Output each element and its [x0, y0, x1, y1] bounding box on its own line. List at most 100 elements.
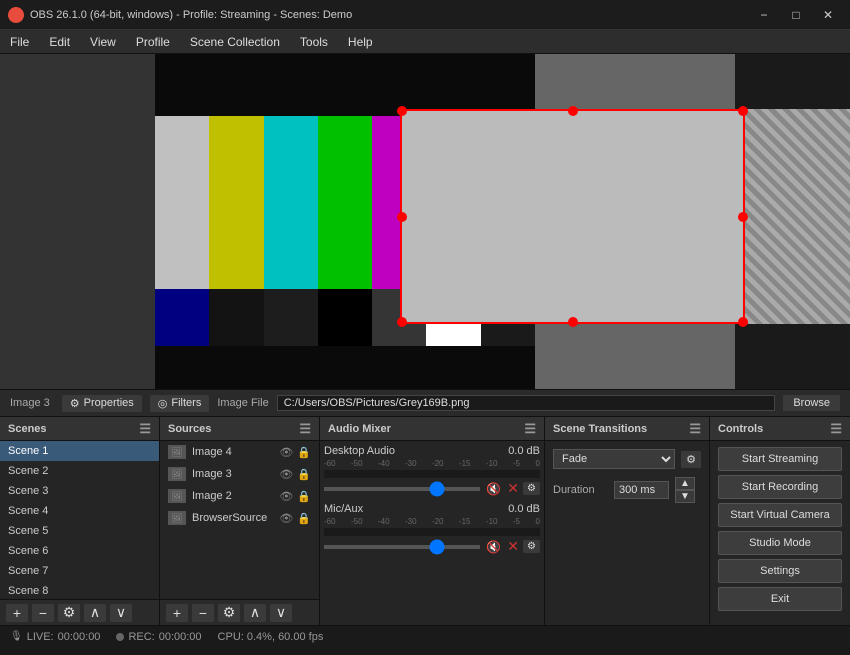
mic-aux-controls: 🔇 ✕ ⚙ — [324, 538, 540, 555]
scene-item-scene8[interactable]: Scene 8 — [0, 581, 159, 599]
properties-button[interactable]: ⚙ Properties — [62, 395, 142, 412]
scene-item-scene1[interactable]: Scene 1 — [0, 441, 159, 461]
desktop-audio-label: Desktop Audio — [324, 445, 395, 457]
studio-mode-button[interactable]: Studio Mode — [718, 531, 842, 555]
source-item-browserSource[interactable]: 🖼BrowserSource👁🔒 — [160, 507, 319, 529]
grey-corner-pattern — [735, 109, 850, 324]
duration-input[interactable] — [614, 481, 669, 499]
app-icon — [8, 7, 24, 23]
browse-button[interactable]: Browse — [783, 395, 840, 411]
handle-left[interactable] — [397, 212, 407, 222]
scene-up-button[interactable]: ∧ — [84, 604, 106, 622]
window-title: OBS 26.1.0 (64-bit, windows) - Profile: … — [30, 9, 750, 21]
source-lock-image2[interactable]: 🔒 — [297, 490, 311, 503]
duration-increment-button[interactable]: ▲ — [675, 477, 695, 490]
source-lock-image3[interactable]: 🔒 — [297, 468, 311, 481]
sources-toolbar: + − ⚙ ∧ ∨ — [160, 599, 319, 625]
menu-item-sceneCollection[interactable]: Scene Collection — [180, 30, 290, 53]
filter-icon: ◎ — [158, 397, 168, 410]
menu-item-view[interactable]: View — [80, 30, 126, 53]
handle-bottom-left[interactable] — [397, 317, 407, 327]
scene-item-scene7[interactable]: Scene 7 — [0, 561, 159, 581]
scene-item-scene6[interactable]: Scene 6 — [0, 541, 159, 561]
handle-top-left[interactable] — [397, 106, 407, 116]
source-lock-image4[interactable]: 🔒 — [297, 446, 311, 459]
audio-mixer-menu-icon[interactable]: ☰ — [524, 421, 536, 437]
controls-panel: Controls ☰ Start Streaming Start Recordi… — [710, 417, 850, 625]
mic-aux-track: Mic/Aux 0.0 dB -60-50-40-30-20-15-10-50 … — [324, 503, 540, 555]
scene-item-scene4[interactable]: Scene 4 — [0, 501, 159, 521]
mic-aux-volume-slider[interactable] — [324, 545, 480, 549]
source-lock-browserSource[interactable]: 🔒 — [297, 512, 311, 525]
controls-title: Controls — [718, 423, 763, 435]
menu-item-tools[interactable]: Tools — [290, 30, 338, 53]
source-down-button[interactable]: ∨ — [270, 604, 292, 622]
scene-item-scene5[interactable]: Scene 5 — [0, 521, 159, 541]
source-item-image4[interactable]: 🖼Image 4👁🔒 — [160, 441, 319, 463]
desktop-audio-mute-button[interactable]: 🔇 — [484, 482, 503, 496]
scene-settings-button[interactable]: ⚙ — [58, 604, 80, 622]
rec-time: 00:00:00 — [159, 631, 202, 643]
scenes-panel: Scenes ☰ Scene 1Scene 2Scene 3Scene 4Sce… — [0, 417, 160, 625]
desktop-audio-track: Desktop Audio 0.0 dB -60-50-40-30-20-15-… — [324, 445, 540, 497]
remove-scene-button[interactable]: − — [32, 604, 54, 622]
scene-item-scene3[interactable]: Scene 3 — [0, 481, 159, 501]
source-item-image2[interactable]: 🖼Image 2👁🔒 — [160, 485, 319, 507]
handle-top-right[interactable] — [738, 106, 748, 116]
sources-panel-menu-icon[interactable]: ☰ — [299, 421, 311, 437]
controls-menu-icon[interactable]: ☰ — [830, 421, 842, 437]
scene-item-scene2[interactable]: Scene 2 — [0, 461, 159, 481]
menu-item-file[interactable]: File — [0, 30, 39, 53]
start-virtual-camera-button[interactable]: Start Virtual Camera — [718, 503, 842, 527]
sources-title: Sources — [168, 423, 211, 435]
handle-top[interactable] — [568, 106, 578, 116]
start-recording-button[interactable]: Start Recording — [718, 475, 842, 499]
exit-button[interactable]: Exit — [718, 587, 842, 611]
status-bar: 🎙 LIVE: 00:00:00 REC: 00:00:00 CPU: 0.4%… — [0, 625, 850, 647]
source-thumbnail-image4: 🖼 — [168, 445, 186, 459]
duration-label: Duration — [553, 484, 608, 496]
scenes-title: Scenes — [8, 423, 47, 435]
scenes-panel-menu-icon[interactable]: ☰ — [139, 421, 151, 437]
source-path-input[interactable] — [277, 395, 776, 411]
transition-type-select[interactable]: Fade Cut Swipe Slide — [553, 449, 675, 469]
mic-aux-settings-button[interactable]: ⚙ — [523, 540, 540, 553]
desktop-audio-mute-x[interactable]: ✕ — [507, 480, 519, 497]
menu-item-help[interactable]: Help — [338, 30, 383, 53]
scene-down-button[interactable]: ∨ — [110, 604, 132, 622]
handle-bottom-right[interactable] — [738, 317, 748, 327]
settings-button[interactable]: Settings — [718, 559, 842, 583]
desktop-audio-volume-slider[interactable] — [324, 487, 480, 491]
menu-item-profile[interactable]: Profile — [126, 30, 180, 53]
mic-icon: 🎙 — [10, 631, 23, 642]
maximize-button[interactable]: □ — [782, 6, 810, 24]
source-visibility-image2[interactable]: 👁 — [279, 490, 293, 503]
source-visibility-browserSource[interactable]: 👁 — [279, 512, 293, 525]
desktop-audio-settings-button[interactable]: ⚙ — [523, 482, 540, 495]
menu-item-edit[interactable]: Edit — [39, 30, 80, 53]
duration-decrement-button[interactable]: ▼ — [675, 490, 695, 503]
add-source-button[interactable]: + — [166, 604, 188, 622]
source-visibility-image4[interactable]: 👁 — [279, 446, 293, 459]
transition-type-row: Fade Cut Swipe Slide ⚙ — [553, 449, 701, 469]
filters-button[interactable]: ◎ Filters — [150, 395, 210, 412]
close-button[interactable]: ✕ — [814, 6, 842, 24]
mic-aux-mute-button[interactable]: 🔇 — [484, 540, 503, 554]
handle-bottom[interactable] — [568, 317, 578, 327]
remove-source-button[interactable]: − — [192, 604, 214, 622]
source-item-image3[interactable]: 🖼Image 3👁🔒 — [160, 463, 319, 485]
add-scene-button[interactable]: + — [6, 604, 28, 622]
source-up-button[interactable]: ∧ — [244, 604, 266, 622]
mic-aux-label: Mic/Aux — [324, 503, 363, 515]
gear-icon: ⚙ — [70, 397, 80, 410]
source-visibility-image3[interactable]: 👁 — [279, 468, 293, 481]
transitions-menu-icon[interactable]: ☰ — [689, 421, 701, 437]
sources-panel-header: Sources ☰ — [160, 417, 319, 441]
mic-aux-mute-x[interactable]: ✕ — [507, 538, 519, 555]
source-settings-button[interactable]: ⚙ — [218, 604, 240, 622]
transition-type-settings-button[interactable]: ⚙ — [681, 451, 701, 468]
handle-right[interactable] — [738, 212, 748, 222]
transitions-title: Scene Transitions — [553, 423, 647, 435]
start-streaming-button[interactable]: Start Streaming — [718, 447, 842, 471]
minimize-button[interactable]: − — [750, 6, 778, 24]
